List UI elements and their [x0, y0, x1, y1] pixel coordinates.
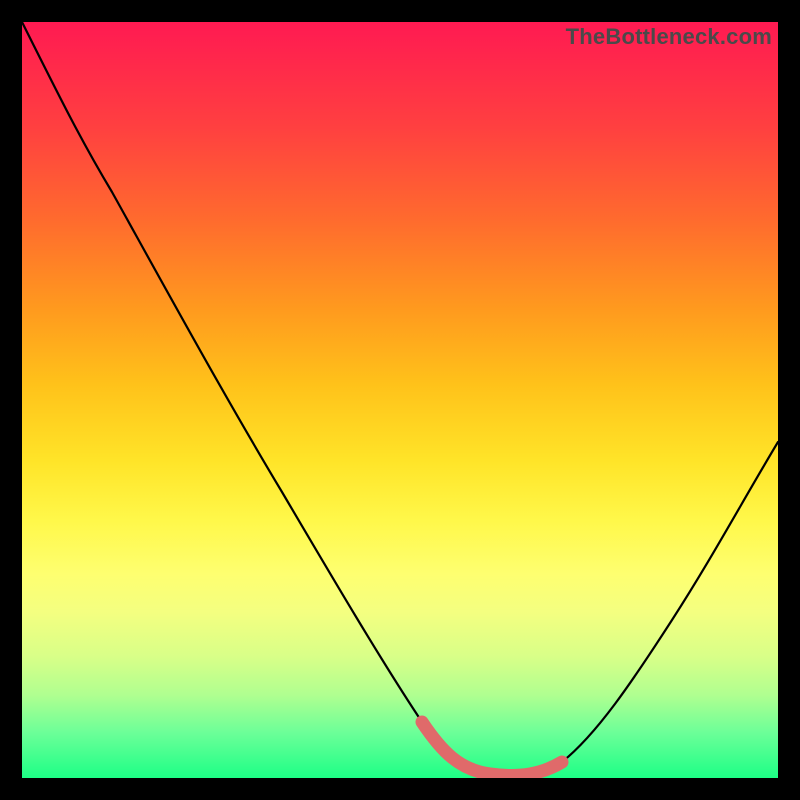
bottleneck-curve: [22, 22, 778, 776]
curve-layer: [22, 22, 778, 778]
highlight-segment: [422, 722, 562, 776]
watermark-text: TheBottleneck.com: [566, 24, 772, 50]
chart-frame: TheBottleneck.com: [22, 22, 778, 778]
